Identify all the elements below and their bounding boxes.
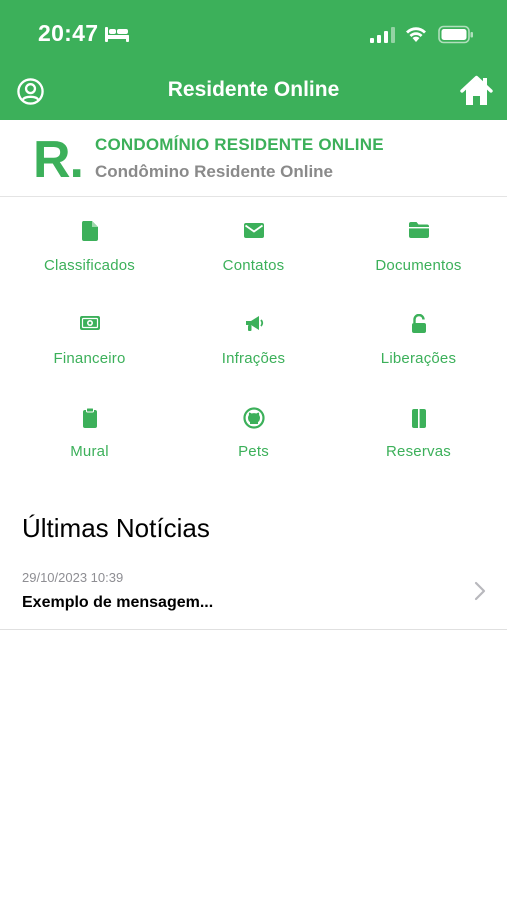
menu-item-label: Pets	[238, 443, 269, 460]
document-icon	[81, 221, 98, 241]
menu-item-label: Liberações	[380, 350, 457, 367]
menu-item-label: Financeiro	[53, 350, 126, 367]
menu-item-documentos[interactable]: Documentos	[334, 205, 503, 295]
menu-item-label: Infrações	[221, 350, 286, 367]
news-list-item[interactable]: 29/10/2023 10:39 Exemplo de mensagem...	[0, 560, 507, 630]
envelope-icon	[243, 223, 264, 238]
menu-item-label: Mural	[70, 443, 109, 460]
news-section-title: Últimas Notícias	[22, 513, 210, 543]
bed-icon	[105, 27, 129, 42]
status-time: 20:47	[38, 20, 99, 46]
condo-logo: R.	[33, 131, 84, 189]
news-date: 29/10/2023 10:39	[22, 570, 124, 585]
folder-icon	[408, 222, 429, 238]
news-text: Exemplo de mensagem...	[22, 594, 214, 611]
status-bar: 20:47	[0, 0, 507, 70]
condo-name: CONDOMÍNIO RESIDENTE ONLINE	[95, 135, 384, 154]
menu-item-classificados[interactable]: Classificados	[5, 205, 174, 295]
menu-item-label: Classificados	[44, 257, 135, 274]
menu-item-liberacoes[interactable]: Liberações	[334, 298, 503, 388]
wifi-icon	[406, 27, 426, 42]
menu-item-infracoes[interactable]: Infrações	[169, 298, 338, 388]
condo-header: R. CONDOMÍNIO RESIDENTE ONLINE Condômino…	[0, 120, 507, 197]
menu-item-pets[interactable]: Pets	[169, 391, 338, 481]
page-title: Residente Online	[167, 78, 340, 101]
menu-item-label: Contatos	[222, 257, 285, 274]
menu-item-financeiro[interactable]: Financeiro	[5, 298, 174, 388]
battery-icon	[438, 25, 473, 44]
home-icon[interactable]	[460, 75, 493, 107]
condo-subtitle: Condômino Residente Online	[95, 162, 334, 181]
money-icon	[79, 316, 100, 330]
unlock-icon	[411, 314, 426, 333]
menu-item-label: Reservas	[386, 443, 451, 460]
book-icon	[411, 409, 426, 428]
menu-item-label: Documentos	[375, 257, 462, 274]
signal-icon	[370, 27, 395, 43]
github-icon	[242, 407, 265, 429]
chevron-right-icon	[474, 581, 486, 601]
app-header: 20:47 Residente Online	[0, 0, 507, 120]
menu-item-mural[interactable]: Mural	[5, 391, 174, 481]
menu-item-reservas[interactable]: Reservas	[334, 391, 503, 481]
menu-item-contatos[interactable]: Contatos	[169, 205, 338, 295]
megaphone-icon	[245, 316, 263, 331]
nav-bar: Residente Online	[0, 70, 507, 120]
clipboard-icon	[82, 407, 97, 428]
